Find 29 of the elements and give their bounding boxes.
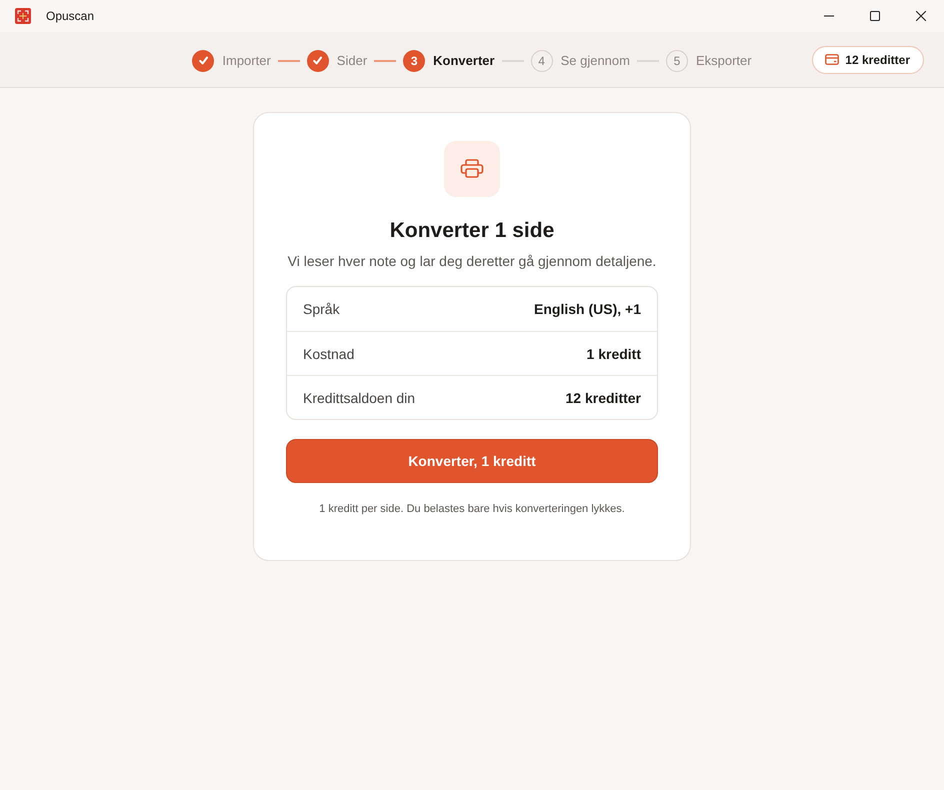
step-indicator: 4: [530, 50, 553, 72]
step-connector: [278, 60, 300, 62]
step-label: Konverter: [433, 53, 495, 68]
detail-label: Kredittsaldoen din: [303, 390, 416, 406]
step-connector: [374, 60, 396, 62]
maximize-icon[interactable]: [870, 11, 880, 21]
card-title: Konverter 1 side: [390, 218, 554, 244]
check-icon: [312, 55, 324, 66]
credit-card-icon: [825, 54, 840, 65]
app-logo-icon: [15, 8, 31, 24]
check-icon: [198, 55, 209, 66]
step-indicator: 3: [403, 50, 426, 72]
detail-value: 12 kreditter: [566, 390, 641, 406]
detail-label: Kostnad: [303, 346, 354, 362]
step-label: Importer: [222, 53, 271, 68]
footnote-text: 1 kreditt per side. Du belastes bare hvis konverteringen lykkes.: [319, 502, 625, 516]
credits-button[interactable]: 12 kreditter: [812, 46, 924, 74]
detail-label: Språk: [303, 301, 340, 317]
step-label: Se gjennom: [560, 53, 630, 68]
step-label: Eksporter: [696, 53, 752, 68]
detail-value: 1 kreditt: [586, 346, 641, 362]
step-indicator: 5: [666, 50, 688, 72]
convert-button[interactable]: Konverter, 1 kreditt: [286, 439, 658, 483]
printer-icon: [444, 141, 500, 197]
detail-value: English (US), +1: [534, 301, 641, 317]
step-label: Sider: [336, 53, 368, 68]
close-icon[interactable]: [916, 11, 926, 21]
window-title: Opuscan: [46, 9, 94, 23]
card-subtitle: Vi leser hver note og lar deg deretter gå gjennom detaljene.: [288, 252, 656, 270]
